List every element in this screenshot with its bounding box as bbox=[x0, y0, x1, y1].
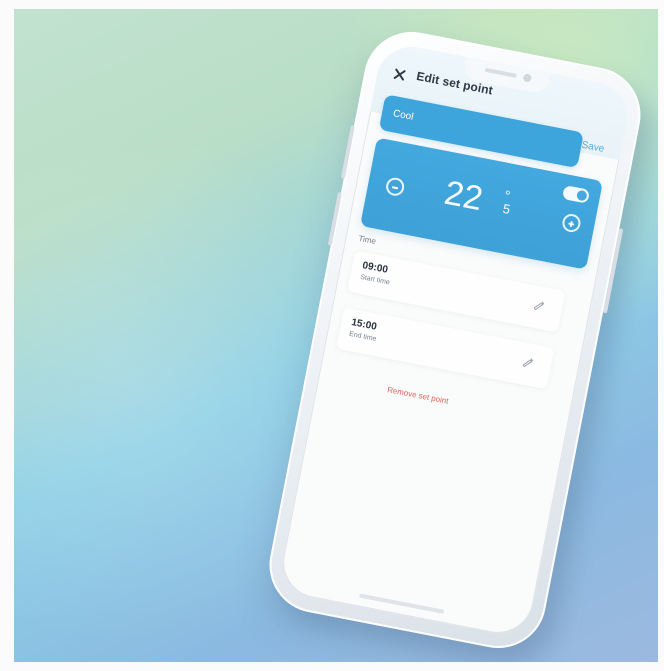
edit-icon[interactable] bbox=[521, 356, 535, 370]
start-time-value: 09:00 bbox=[361, 260, 389, 276]
phone-screen: Edit set point Save Cool 22 ° 5 Time 09:… bbox=[276, 40, 634, 640]
promo-scene: Edit set point Save Cool 22 ° 5 Time 09:… bbox=[14, 9, 658, 662]
phone-mockup: Edit set point Save Cool 22 ° 5 Time 09:… bbox=[261, 23, 649, 657]
end-time-caption: End time bbox=[348, 330, 377, 343]
end-time-value: 15:00 bbox=[350, 317, 378, 333]
temperature-decimal: 5 bbox=[501, 200, 512, 217]
mode-label: Cool bbox=[392, 108, 415, 123]
plus-circle-icon[interactable] bbox=[560, 212, 583, 234]
camera-icon bbox=[522, 73, 533, 83]
time-section-label: Time bbox=[357, 233, 377, 246]
close-icon[interactable] bbox=[391, 66, 407, 82]
mode-toggle[interactable] bbox=[561, 185, 591, 204]
speaker-icon bbox=[484, 67, 517, 78]
toggle-knob bbox=[576, 189, 588, 202]
remove-set-point-button[interactable]: Remove set point bbox=[386, 385, 449, 406]
home-indicator bbox=[359, 593, 445, 614]
temperature-whole: 22 bbox=[441, 173, 486, 219]
edit-icon[interactable] bbox=[532, 299, 546, 313]
minus-circle-icon[interactable] bbox=[384, 176, 406, 198]
